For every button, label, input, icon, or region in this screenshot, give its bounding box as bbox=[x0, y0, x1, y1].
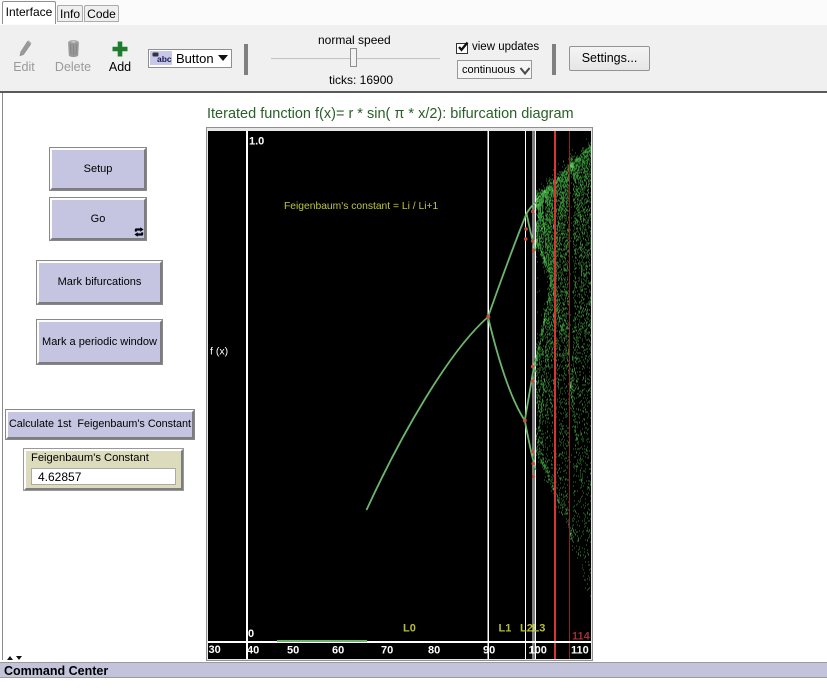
svg-text:0: 0 bbox=[248, 628, 254, 640]
svg-text:60: 60 bbox=[332, 645, 344, 657]
svg-text:70: 70 bbox=[381, 645, 393, 657]
svg-text:L2: L2 bbox=[520, 623, 533, 635]
svg-text:1.0: 1.0 bbox=[249, 136, 264, 148]
svg-text:50: 50 bbox=[287, 645, 299, 657]
svg-text:Feigenbaum's constant = Li / L: Feigenbaum's constant = Li / Li+1 bbox=[284, 201, 439, 212]
svg-text:80: 80 bbox=[428, 645, 440, 657]
svg-text:30: 30 bbox=[209, 644, 221, 656]
svg-text:114: 114 bbox=[572, 631, 591, 643]
svg-text:f (x): f (x) bbox=[210, 346, 228, 358]
svg-text:L1: L1 bbox=[499, 623, 512, 635]
svg-text:L3: L3 bbox=[533, 623, 546, 635]
svg-text:40: 40 bbox=[247, 645, 259, 657]
svg-text:L0: L0 bbox=[403, 623, 416, 635]
svg-text:90: 90 bbox=[483, 645, 495, 657]
svg-text:100: 100 bbox=[529, 645, 547, 657]
svg-text:110: 110 bbox=[571, 645, 589, 657]
